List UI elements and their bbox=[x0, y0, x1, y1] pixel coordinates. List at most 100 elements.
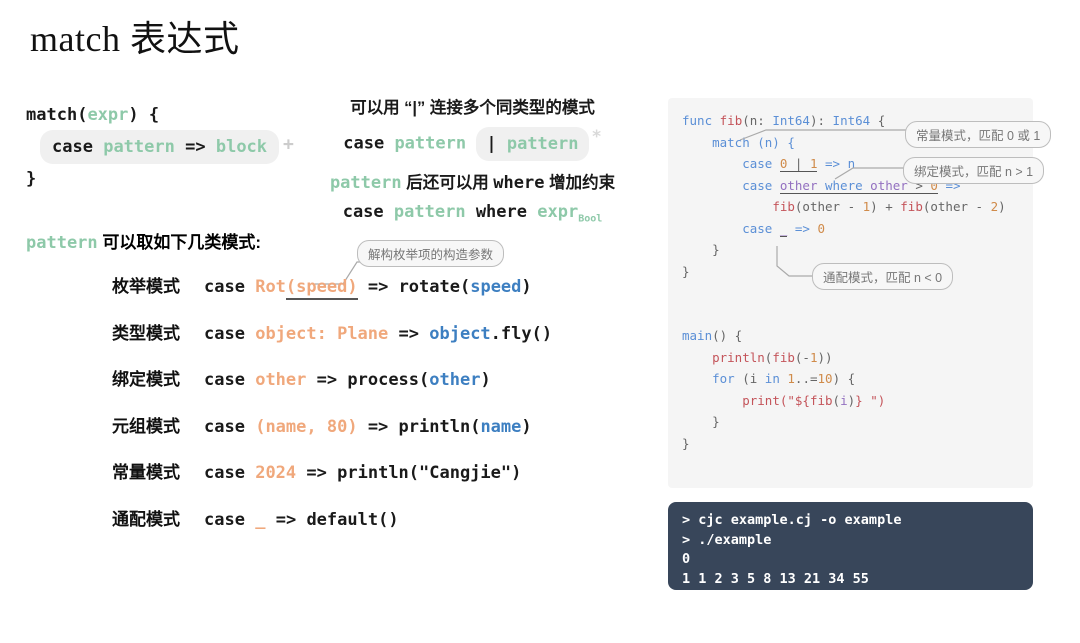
pattern-row-wildcard: 通配模式 case _ => default() bbox=[112, 505, 552, 552]
code-l11-fib: fib bbox=[772, 349, 795, 365]
code-l10-tail: () { bbox=[712, 328, 743, 343]
terminal-line-1: > cjc example.cj -o example bbox=[682, 512, 902, 528]
type-arrow: => bbox=[398, 323, 419, 344]
code-l5-m3: (other - bbox=[922, 199, 991, 214]
bind-body-fn: process( bbox=[347, 370, 430, 390]
code-println-a: println bbox=[712, 349, 765, 365]
bind-body-var: other bbox=[429, 370, 481, 390]
code-l5-fib-a: fib bbox=[772, 199, 795, 214]
const-body-fn: println("Cangjie") bbox=[337, 463, 522, 483]
callout-b-leader-line bbox=[834, 167, 907, 180]
note2-where-b: where bbox=[475, 201, 527, 222]
note-union-text: 可以用 “|” 连接多个同类型的模式 bbox=[350, 99, 595, 117]
pattern-row-tuple: 元组模式 case (name, 80) => println(name) bbox=[112, 412, 552, 459]
enum-pattern-args: (speed) bbox=[285, 277, 358, 300]
code-l11-m2: (- bbox=[794, 349, 810, 365]
code-line-11: println(fib(-1)) bbox=[682, 347, 1006, 369]
schema-expr: expr bbox=[87, 105, 129, 125]
code-l6-num: 0 bbox=[817, 220, 826, 236]
tuple-body-fn: println( bbox=[398, 416, 481, 437]
pattern-code-wildcard: case _ => default() bbox=[204, 510, 399, 530]
pattern-label-enum: 枚举模式 bbox=[112, 277, 180, 296]
code-l13-fib: fib bbox=[809, 392, 833, 408]
code-line-7: } bbox=[682, 242, 720, 257]
note2-cn-b: 增加约束 bbox=[549, 173, 616, 192]
code-l5-fib-b: fib bbox=[900, 199, 923, 214]
note-where-text: pattern 后还可以用 where 增加约束 bbox=[300, 169, 645, 197]
schema-case-keyword: case bbox=[52, 137, 93, 157]
pattern-row-const: 常量模式 case 2024 => println("Cangjie") bbox=[112, 458, 552, 505]
callout-binding-bubble: 绑定模式，匹配 n > 1 bbox=[903, 157, 1045, 184]
note1-pattern-b: pattern bbox=[506, 133, 579, 154]
pattern-code-type: case object: Plane => object.fly() bbox=[204, 324, 552, 344]
type-pattern-head: object: Plane bbox=[255, 323, 389, 344]
enum-pattern-head: Rot bbox=[255, 277, 286, 297]
pattern-label-tuple: 元组模式 bbox=[112, 416, 180, 436]
code-l12-n2: 10 bbox=[817, 371, 833, 386]
code-line-6: case _ => 0 bbox=[682, 218, 1006, 240]
schema-line-close: } bbox=[26, 169, 37, 189]
pattern-intro-code: pattern bbox=[26, 233, 98, 253]
pattern-row-type: 类型模式 case object: Plane => object.fly() bbox=[112, 319, 552, 366]
pattern-label-wildcard: 通配模式 bbox=[112, 509, 180, 529]
pattern-label-const: 常量模式 bbox=[112, 463, 180, 482]
const-case-kw: case bbox=[204, 463, 245, 483]
wild-body-fn: default() bbox=[306, 509, 399, 530]
tuple-pattern-head: (name, 80) bbox=[255, 416, 358, 437]
pattern-row-binding: 绑定模式 case other => process(other) bbox=[112, 365, 552, 412]
pattern-code-tuple: case (name, 80) => println(name) bbox=[204, 417, 532, 437]
pattern-label-type: 类型模式 bbox=[112, 323, 180, 343]
code-l13-m4: } ") bbox=[855, 392, 886, 408]
code-l4-where: where bbox=[817, 177, 871, 194]
schema-case-pill: case pattern => block bbox=[40, 130, 280, 164]
schema-match-keyword: match bbox=[26, 105, 78, 125]
pattern-label-binding: 绑定模式 bbox=[112, 370, 180, 389]
code-line-14: } bbox=[682, 414, 720, 429]
note2-cn-a: 后还可以用 bbox=[406, 173, 489, 192]
note-union-code: case pattern | pattern * bbox=[300, 122, 645, 161]
note-where-code: case pattern where exprBool bbox=[300, 197, 645, 234]
code-bind-other-b: other bbox=[870, 177, 908, 194]
code-l11-indent bbox=[682, 350, 712, 365]
schema-plus-marker: + bbox=[283, 134, 294, 155]
code-l6-arrow: => bbox=[787, 220, 818, 236]
code-l13-m: ("${ bbox=[779, 392, 810, 408]
note1-star-marker: * bbox=[591, 127, 602, 147]
bind-arrow: => bbox=[316, 370, 338, 390]
pattern-code-const: case 2024 => println("Cangjie") bbox=[204, 463, 521, 483]
note2-pattern-b: pattern bbox=[393, 201, 466, 222]
callout-const-bubble: 常量模式，匹配 0 或 1 bbox=[905, 121, 1052, 148]
callout-c-leader-line bbox=[776, 246, 817, 277]
code-for-kw: for bbox=[712, 371, 735, 386]
bind-body-tail: ) bbox=[480, 370, 491, 390]
code-l12-tail: ) { bbox=[832, 371, 856, 386]
pattern-intro: pattern 可以取如下几类模式: bbox=[26, 228, 261, 253]
schema-paren-close: ) { bbox=[128, 105, 160, 125]
pattern-rows: 枚举模式 case Rot(speed) => rotate(speed) 类型… bbox=[112, 272, 552, 551]
code-l11-tail: )) bbox=[817, 349, 833, 365]
enum-body-fn: rotate( bbox=[398, 277, 471, 297]
enum-body-tail: ) bbox=[521, 277, 532, 297]
bind-pattern-head: other bbox=[255, 370, 307, 390]
code-l12-range-op: ..= bbox=[794, 371, 818, 386]
code-l5-n2: 2 bbox=[990, 199, 999, 214]
code-l13-var-i: i bbox=[840, 392, 848, 408]
page-title: match 表达式 bbox=[30, 19, 240, 59]
code-l6-case: case bbox=[682, 220, 780, 236]
callout-wildcard-bubble: 通配模式，匹配 n < 0 bbox=[812, 263, 954, 290]
code-line-5: fib(other - 1) + fib(other - 2) bbox=[682, 196, 1005, 218]
type-case-kw: case bbox=[204, 323, 245, 344]
code-line-10: main() { bbox=[682, 325, 1006, 347]
note1-union-pill: | pattern bbox=[476, 126, 589, 161]
code-l13-m2: ( bbox=[832, 392, 841, 408]
note2-where: where bbox=[493, 172, 545, 193]
code-l12-m: (i bbox=[734, 371, 765, 386]
tuple-case-kw: case bbox=[204, 416, 245, 437]
match-schema-block: match(expr) { case pattern => block + } bbox=[26, 100, 294, 194]
terminal-line-2: > ./example bbox=[682, 531, 772, 548]
code-line-13: print("${fib(i)} ") bbox=[682, 390, 1006, 412]
code-l12-n1: 1 bbox=[787, 371, 795, 386]
wild-arrow: => bbox=[275, 509, 297, 530]
terminal-body: > cjc example.cj -o example > ./example … bbox=[682, 511, 901, 589]
code-line-9b-blank bbox=[682, 304, 1006, 326]
